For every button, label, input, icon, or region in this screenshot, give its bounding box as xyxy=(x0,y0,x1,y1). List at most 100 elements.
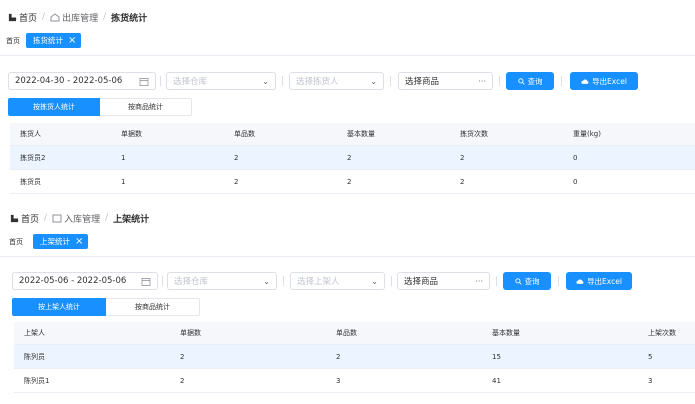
divider xyxy=(391,276,392,286)
query-label: 查询 xyxy=(524,276,540,286)
cloud-download-icon xyxy=(576,278,584,284)
chevron-down-icon: ⌄ xyxy=(371,276,378,286)
tag-active[interactable]: 上架统计 × xyxy=(33,234,89,249)
search-icon xyxy=(517,77,525,85)
breadcrumb: 首页 / 出库管理 / 拣货统计 xyxy=(8,10,147,24)
table-header: 拣货人 单据数 单品数 基本数量 拣货次数 重量(kg) xyxy=(10,123,695,146)
goods-select[interactable]: 选择商品 ··· xyxy=(397,272,490,290)
query-label: 查询 xyxy=(527,76,543,86)
by-shelver-tab[interactable]: 按上架人统计 xyxy=(12,298,106,316)
goods-placeholder: 选择商品 xyxy=(405,77,440,87)
export-button[interactable]: 导出Excel xyxy=(566,272,632,290)
column-header: 上架次数 xyxy=(638,322,695,345)
by-goods-tab[interactable]: 按商品统计 xyxy=(100,98,192,116)
breadcrumb-parent[interactable]: 入库管理 xyxy=(64,212,100,225)
shelving-stats-table: 上架人 单据数 单品数 基本数量 上架次数 陈列员 2 2 15 5 陈列员1 … xyxy=(14,322,695,393)
column-header: 基本数量 xyxy=(482,322,638,345)
query-button[interactable]: 查询 xyxy=(506,72,554,90)
date-range-picker[interactable]: 2022-04-30 - 2022-05-06 xyxy=(8,72,156,90)
table-cell: 0 xyxy=(563,145,695,170)
divider xyxy=(496,276,497,286)
stat-mode-switch: 按拣货人统计 按商品统计 xyxy=(8,98,192,116)
table-cell: 2 xyxy=(224,169,337,194)
table-cell: 1 xyxy=(111,169,224,194)
column-header: 单品数 xyxy=(224,123,337,146)
export-label: 导出Excel xyxy=(592,76,627,86)
column-header: 单据数 xyxy=(170,322,326,345)
column-header: 单品数 xyxy=(326,322,482,345)
table-cell: 1 xyxy=(111,145,224,170)
date-range-value: 2022-04-30 - 2022-05-06 xyxy=(15,76,123,86)
warehouse-placeholder: 选择仓库 xyxy=(173,77,208,87)
table-cell: 2 xyxy=(224,145,337,170)
search-icon xyxy=(514,277,522,285)
breadcrumb-current: 拣货统计 xyxy=(111,13,148,24)
home-icon xyxy=(10,214,19,222)
more-icon: ··· xyxy=(478,76,486,86)
inbound-icon xyxy=(52,214,62,222)
breadcrumb-home[interactable]: 首页 xyxy=(19,11,37,24)
table-row[interactable]: 拣货员2 1 2 2 2 0 xyxy=(10,145,695,170)
warehouse-icon xyxy=(50,12,60,21)
divider xyxy=(162,276,163,286)
tags-view: 首页 上架统计 × xyxy=(9,234,89,249)
table-cell: 陈列员1 xyxy=(14,368,170,393)
by-goods-tab[interactable]: 按商品统计 xyxy=(106,298,200,316)
table-row[interactable]: 拣货员 1 2 2 2 0 xyxy=(10,169,695,194)
chevron-down-icon: ⌄ xyxy=(370,76,377,86)
close-icon[interactable]: × xyxy=(75,236,83,247)
goods-select[interactable]: 选择商品 ··· xyxy=(398,72,493,90)
column-header: 单据数 xyxy=(111,123,224,146)
table-cell: 15 xyxy=(482,344,638,369)
divider xyxy=(160,76,161,86)
export-button[interactable]: 导出Excel xyxy=(570,72,638,90)
tag-active[interactable]: 拣货统计 × xyxy=(26,33,82,48)
picking-stats-table: 拣货人 单据数 单品数 基本数量 拣货次数 重量(kg) 拣货员2 1 2 2 … xyxy=(10,123,695,194)
calendar-icon xyxy=(141,277,151,286)
table-cell: 2 xyxy=(450,169,563,194)
table-cell: 2 xyxy=(337,169,450,194)
tag-label: 上架统计 xyxy=(40,237,70,246)
breadcrumb-separator: / xyxy=(44,213,48,223)
breadcrumb: 首页 / 入库管理 / 上架统计 xyxy=(10,211,149,225)
breadcrumb-parent[interactable]: 出库管理 xyxy=(62,11,98,24)
shelver-select[interactable]: 选择上架人 ⌄ xyxy=(290,272,385,290)
table-cell: 陈列员 xyxy=(14,344,170,369)
table-cell: 3 xyxy=(638,368,695,393)
chevron-down-icon: ⌄ xyxy=(263,276,270,286)
tag-home[interactable]: 首页 xyxy=(9,237,23,247)
table-row[interactable]: 陈列员 2 2 15 5 xyxy=(14,344,695,369)
table-row[interactable]: 陈列员1 2 3 41 3 xyxy=(14,368,695,393)
table-cell: 拣货员 xyxy=(10,169,111,194)
calendar-icon xyxy=(139,77,149,86)
breadcrumb-separator: / xyxy=(103,12,107,22)
column-header: 上架人 xyxy=(14,322,170,345)
export-label: 导出Excel xyxy=(587,276,622,286)
divider xyxy=(499,76,500,86)
divider xyxy=(558,276,559,286)
column-header: 基本数量 xyxy=(337,123,450,146)
query-button[interactable]: 查询 xyxy=(503,272,551,290)
table-header: 上架人 单据数 单品数 基本数量 上架次数 xyxy=(14,322,695,345)
table-cell: 2 xyxy=(450,145,563,170)
warehouse-select[interactable]: 选择仓库 ⌄ xyxy=(167,272,277,290)
tags-view: 首页 拣货统计 × xyxy=(6,33,82,48)
tag-home[interactable]: 首页 xyxy=(6,36,20,46)
divider xyxy=(0,256,695,257)
picker-select[interactable]: 选择拣货人 ⌄ xyxy=(289,72,384,90)
table-cell: 2 xyxy=(337,145,450,170)
breadcrumb-separator: / xyxy=(105,213,109,223)
table-cell: 5 xyxy=(638,344,695,369)
breadcrumb-home[interactable]: 首页 xyxy=(21,212,39,225)
close-icon[interactable]: × xyxy=(68,35,76,46)
column-header: 拣货人 xyxy=(10,123,111,146)
divider xyxy=(283,276,284,286)
divider xyxy=(282,76,283,86)
warehouse-select[interactable]: 选择仓库 ⌄ xyxy=(166,72,276,90)
table-cell: 3 xyxy=(326,368,482,393)
date-range-picker[interactable]: 2022-05-06 - 2022-05-06 xyxy=(12,272,158,290)
table-cell: 2 xyxy=(326,344,482,369)
by-picker-tab[interactable]: 按拣货人统计 xyxy=(8,98,100,116)
table-cell: 2 xyxy=(170,344,326,369)
column-header: 重量(kg) xyxy=(563,123,695,146)
